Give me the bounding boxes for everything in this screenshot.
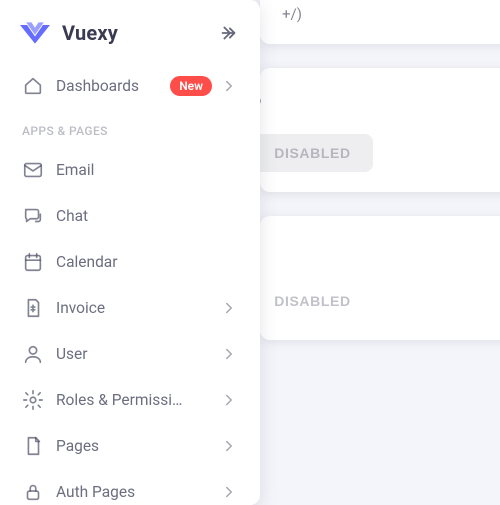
sidebar-item-label: Calendar: [56, 253, 238, 271]
primary-nav: Dashboards New APPS & PAGES Email: [0, 64, 260, 505]
chevron-right-icon: [220, 299, 238, 317]
sidebar-item-chat[interactable]: Chat: [12, 194, 248, 238]
disabled-contained-button: DISABLED: [252, 134, 372, 172]
chevron-right-icon: [220, 345, 238, 363]
code-fragment: +/): [282, 2, 500, 26]
sidebar-item-roles[interactable]: Roles & Permissi…: [12, 378, 248, 422]
sidebar-item-invoice[interactable]: Invoice: [12, 286, 248, 330]
sidebar-item-label: User: [56, 345, 220, 363]
chevron-right-icon: [220, 77, 238, 95]
calendar-icon: [22, 251, 44, 273]
doc-card-fragment-top: +/): [260, 0, 500, 44]
nav-section-apps-pages: APPS & PAGES: [12, 110, 248, 146]
new-badge: New: [170, 76, 212, 96]
sidebar-item-user[interactable]: User: [12, 332, 248, 376]
main-content: +/) tained" prop with `<Button>` co X SE…: [260, 0, 500, 505]
chat-icon: [22, 205, 44, 227]
doc-card-text-buttons: " prop with `<Button>` compone X SECONDA…: [260, 216, 500, 340]
sidebar-item-pages[interactable]: Pages: [12, 424, 248, 468]
chevron-right-icon: [220, 483, 238, 501]
file-icon: [22, 435, 44, 457]
invoice-icon: [22, 297, 44, 319]
gear-icon: [22, 389, 44, 411]
sidebar-item-label: Pages: [56, 437, 220, 455]
sidebar-item-email[interactable]: Email: [12, 148, 248, 192]
mail-icon: [22, 159, 44, 181]
brand-row: Vuexy: [0, 16, 260, 64]
sidebar-item-dashboards[interactable]: Dashboards New: [12, 64, 248, 108]
sidebar-item-label: Roles & Permissi…: [56, 391, 220, 409]
sidebar-item-label: Auth Pages: [56, 483, 220, 501]
chevron-right-icon: [220, 391, 238, 409]
sidebar-item-auth-pages[interactable]: Auth Pages: [12, 470, 248, 505]
brand-logo-icon: [20, 20, 50, 46]
pin-arrow-icon[interactable]: [218, 22, 240, 44]
home-icon: [22, 75, 44, 97]
brand-name: Vuexy: [62, 21, 218, 45]
sidebar-item-label: Invoice: [56, 299, 220, 317]
sidebar-item-calendar[interactable]: Calendar: [12, 240, 248, 284]
user-icon: [22, 343, 44, 365]
doc-card-contained: tained" prop with `<Button>` co X SECOND…: [260, 68, 500, 192]
sidebar: Vuexy Dashboards New APPS & PAGES: [0, 0, 260, 505]
disabled-text-button: DISABLED: [252, 282, 372, 320]
sidebar-item-label: Chat: [56, 207, 238, 225]
sidebar-item-label: Email: [56, 161, 238, 179]
lock-icon: [22, 481, 44, 503]
sidebar-item-label: Dashboards: [56, 77, 170, 95]
chevron-right-icon: [220, 437, 238, 455]
